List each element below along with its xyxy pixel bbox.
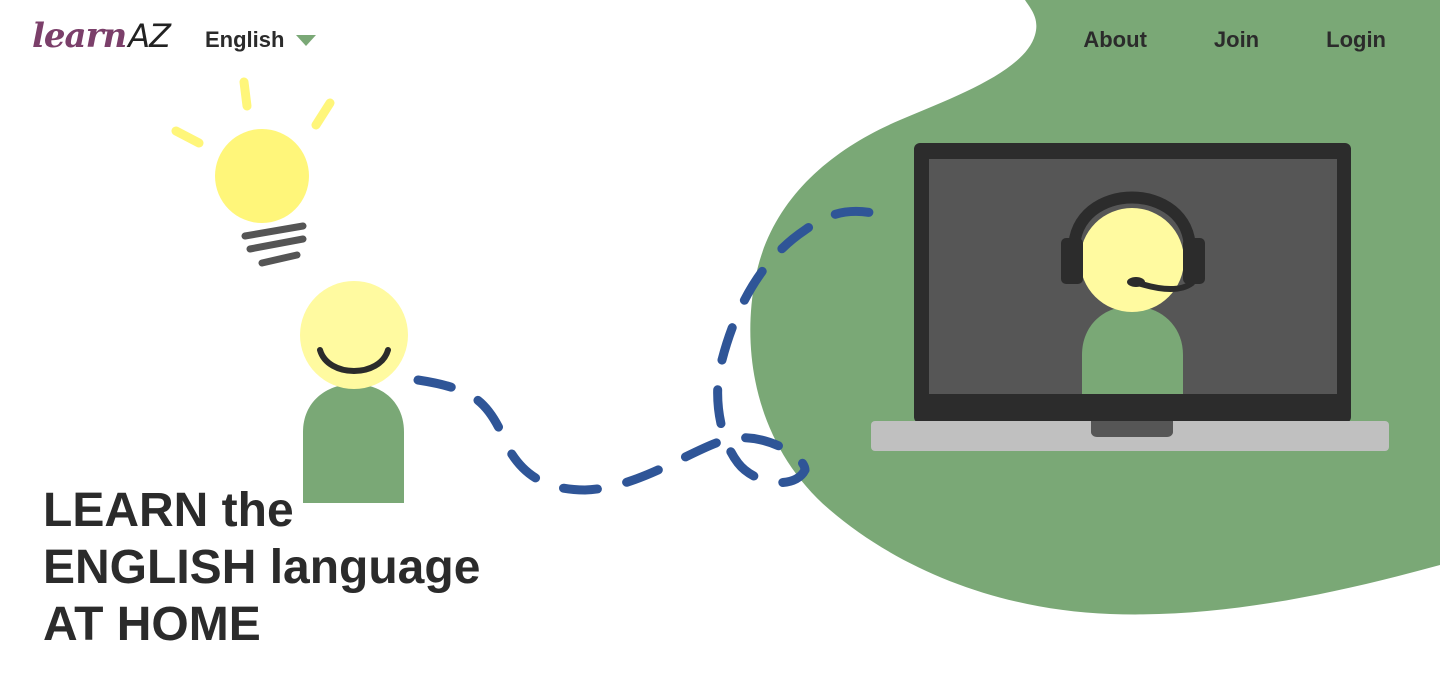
- hero-title: LEARN the ENGLISH language AT HOME: [43, 482, 480, 653]
- hero-title-line: AT HOME: [43, 598, 261, 651]
- language-select[interactable]: English: [205, 24, 317, 56]
- chevron-down-icon: [296, 34, 317, 46]
- nav-link-join[interactable]: Join: [1214, 27, 1259, 53]
- learnaz-logo[interactable]: learnAZ: [32, 14, 171, 58]
- logo-accent-text: AZ: [128, 17, 171, 55]
- logo-main-text: learn: [32, 16, 127, 56]
- hero-title-line: LEARN the: [43, 484, 294, 537]
- hero-title-line: ENGLISH language: [43, 541, 481, 594]
- student-icon: [300, 281, 408, 503]
- landing-page: learnAZ English About Join Login LEARN t…: [0, 0, 1440, 694]
- language-select-label: English: [205, 27, 285, 52]
- site-header: learnAZ English About Join Login: [0, 0, 1440, 80]
- lightbulb-icon: [171, 77, 335, 267]
- nav-link-login[interactable]: Login: [1326, 27, 1386, 53]
- nav-link-about[interactable]: About: [1083, 27, 1147, 53]
- main-nav: About Join Login: [1083, 24, 1386, 56]
